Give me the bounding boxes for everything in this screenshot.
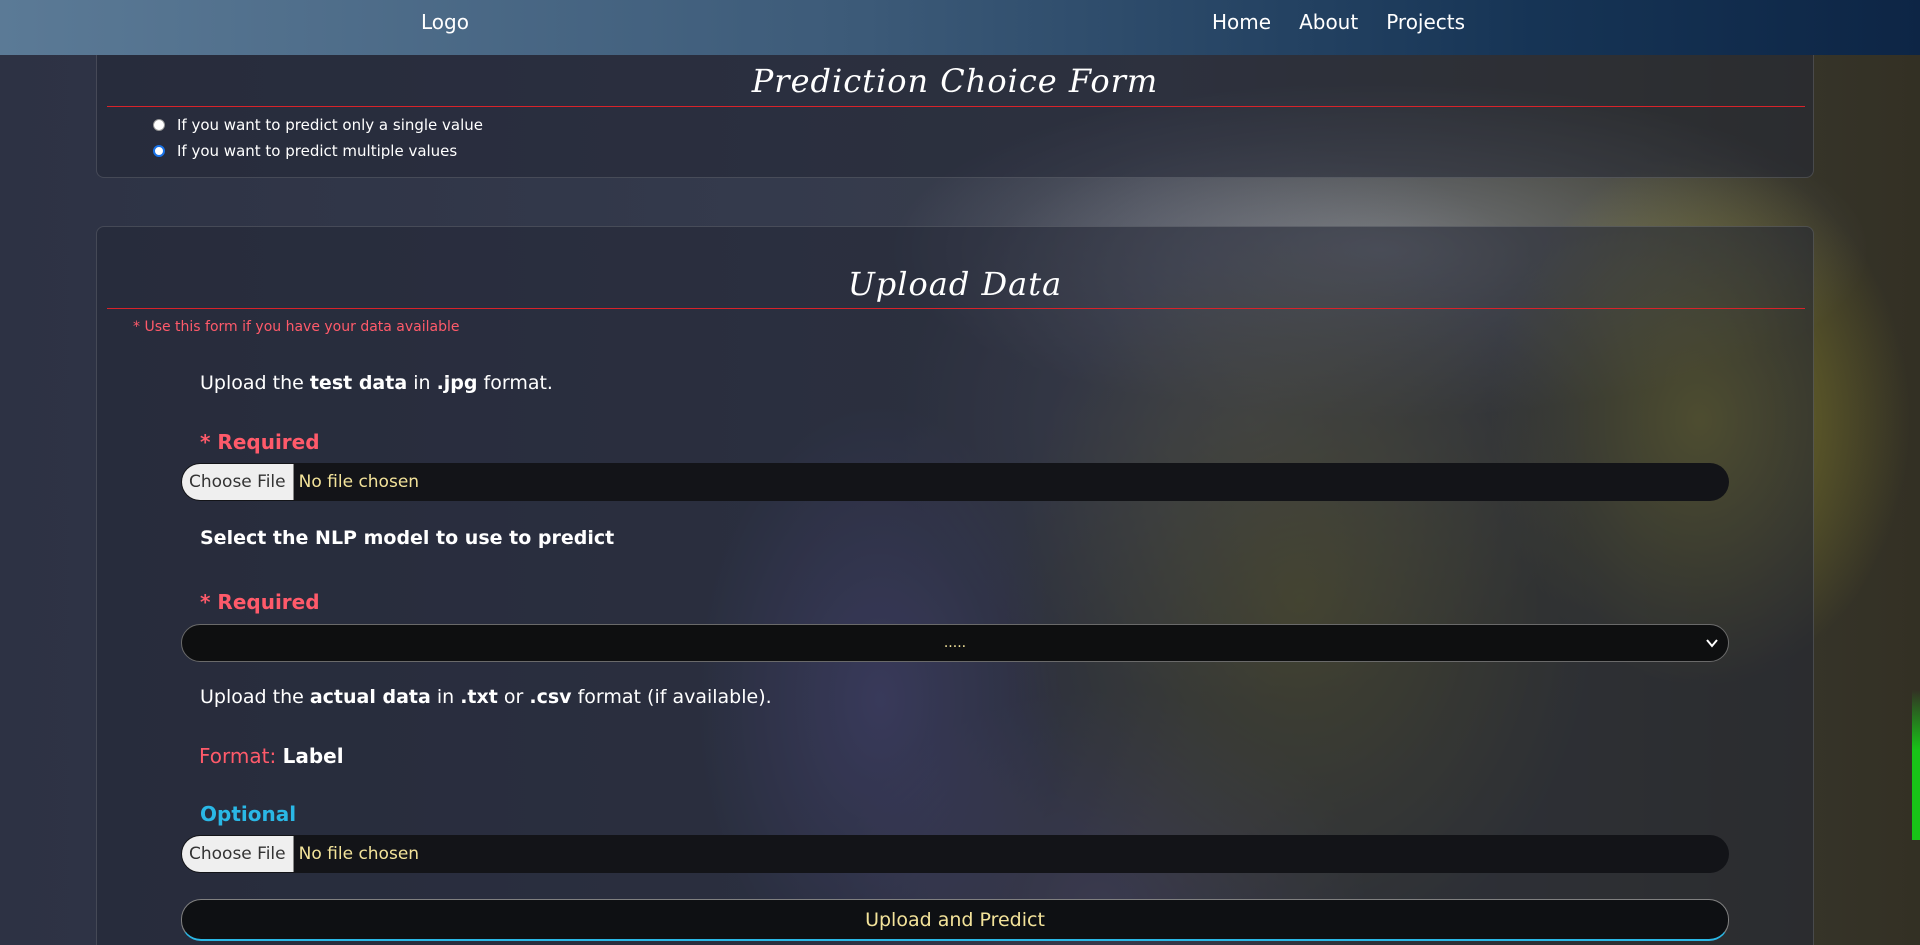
prediction-choice-form: Prediction Choice Form If you want to pr… bbox=[96, 40, 1814, 178]
model-select[interactable]: ..... bbox=[181, 624, 1729, 662]
choose-file-button[interactable]: Choose File bbox=[182, 836, 294, 872]
upload-form-title: Upload Data bbox=[847, 265, 1063, 303]
choose-file-button[interactable]: Choose File bbox=[182, 464, 294, 500]
nav-home-link[interactable]: Home bbox=[1212, 10, 1271, 34]
radio-multiple-values[interactable]: If you want to predict multiple values bbox=[153, 142, 457, 160]
top-navbar: Logo Home About Projects bbox=[0, 0, 1920, 55]
nav-links: Home About Projects bbox=[1212, 10, 1465, 34]
model-select-value: ..... bbox=[943, 635, 967, 651]
radio-single-value[interactable]: If you want to predict only a single val… bbox=[153, 116, 483, 134]
format-hint: Format: Label bbox=[199, 744, 344, 768]
test-data-instruction: Upload the test data in .jpg format. bbox=[200, 372, 553, 394]
chevron-down-icon bbox=[1706, 639, 1718, 648]
radio-button-checked[interactable] bbox=[153, 145, 165, 157]
form-note: * Use this form if you have your data av… bbox=[133, 319, 460, 335]
nav-about-link[interactable]: About bbox=[1299, 10, 1358, 34]
upload-data-form: Upload Data * Use this form if you have … bbox=[96, 226, 1814, 945]
radio-button-unchecked[interactable] bbox=[153, 119, 165, 131]
test-data-file-input[interactable]: Choose File No file chosen bbox=[181, 463, 1729, 501]
model-select-label: Select the NLP model to use to predict bbox=[200, 527, 615, 549]
title-divider bbox=[107, 106, 1805, 107]
upload-and-predict-button[interactable]: Upload and Predict bbox=[181, 899, 1729, 941]
actual-data-instruction: Upload the actual data in .txt or .csv f… bbox=[200, 686, 772, 708]
file-status: No file chosen bbox=[298, 844, 420, 864]
scroll-indicator bbox=[1912, 690, 1920, 840]
radio-label: If you want to predict multiple values bbox=[177, 142, 458, 160]
required-label: * Required bbox=[200, 590, 320, 614]
actual-data-file-input[interactable]: Choose File No file chosen bbox=[181, 835, 1729, 873]
nav-projects-link[interactable]: Projects bbox=[1386, 10, 1465, 34]
choice-form-title: Prediction Choice Form bbox=[751, 62, 1159, 100]
optional-label: Optional bbox=[200, 802, 297, 826]
required-label: * Required bbox=[200, 430, 320, 454]
format-key: Format: bbox=[199, 744, 277, 768]
logo[interactable]: Logo bbox=[421, 10, 469, 34]
title-divider bbox=[107, 308, 1805, 309]
format-value: Label bbox=[282, 744, 344, 768]
radio-label: If you want to predict only a single val… bbox=[177, 116, 484, 134]
file-status: No file chosen bbox=[298, 472, 420, 492]
